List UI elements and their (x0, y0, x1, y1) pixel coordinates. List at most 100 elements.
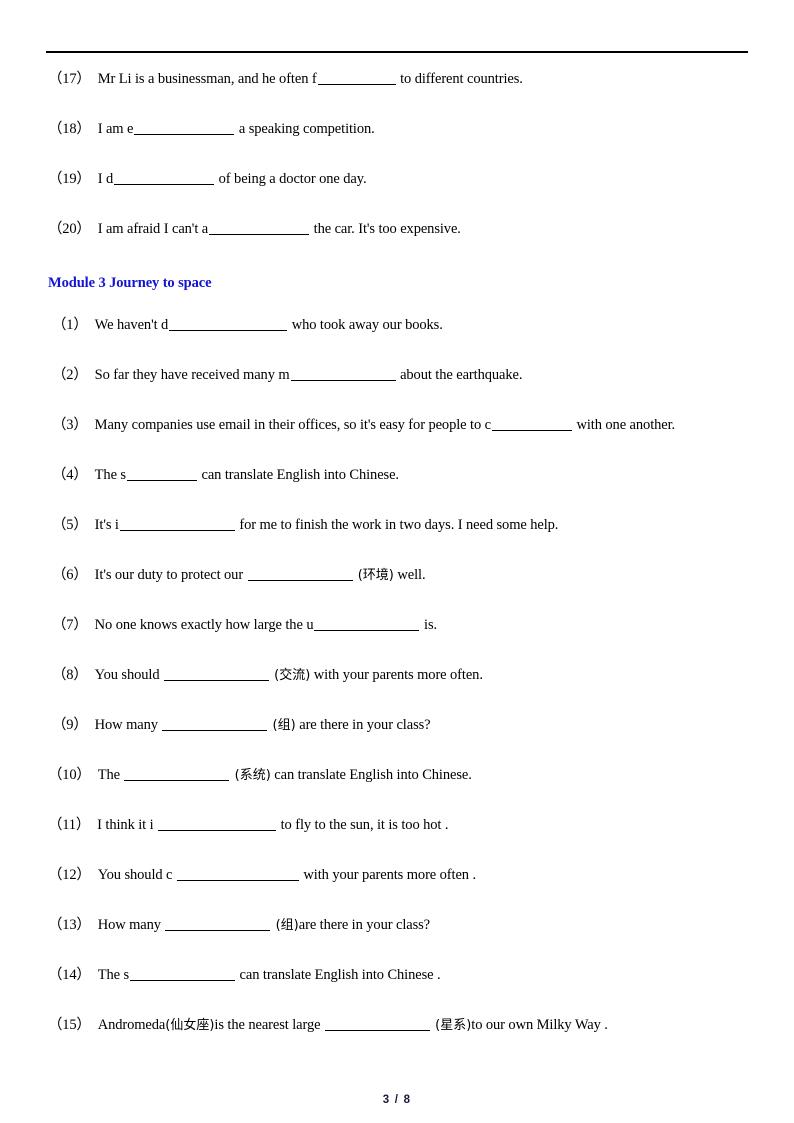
question-text: I d (97, 171, 114, 187)
question-text: for me to finish the work in two days. I… (235, 517, 559, 533)
answer-blank[interactable] (324, 1017, 430, 1031)
question-number: （11） (48, 817, 91, 833)
worksheet-content: （17） Mr Li is a businessman, and he often… (0, 62, 794, 1058)
question-text: to our own Milky Way . (471, 1017, 608, 1033)
question-item: （17） Mr Li is a businessman, and he often… (0, 62, 794, 112)
question-text: How many (94, 717, 162, 733)
answer-blank[interactable] (119, 517, 235, 531)
question-number: （5） (52, 517, 88, 533)
question-text: can translate English into Chinese. (270, 767, 472, 783)
question-text: a speaking competition. (235, 121, 375, 137)
question-text: The s (94, 467, 126, 483)
question-text: are there in your class? (295, 717, 431, 733)
answer-blank[interactable] (126, 467, 197, 481)
question-number: （4） (52, 467, 88, 483)
question-number: （9） (52, 717, 88, 733)
question-text: The (97, 767, 124, 783)
question-item: （2） So far they have received many m abou… (0, 358, 794, 408)
answer-blank[interactable] (164, 667, 269, 681)
question-text: We haven't d (94, 317, 169, 333)
answer-blank[interactable] (314, 617, 420, 631)
question-line: （12） You should c with your parents more … (48, 858, 754, 887)
question-number: （12） (48, 867, 91, 883)
question-line: （10） The (系统) can translate English into … (48, 758, 754, 788)
question-text: of being a doctor one day. (215, 171, 367, 187)
question-item: （10） The (系统) can translate English into … (0, 758, 794, 808)
question-number: （6） (52, 567, 88, 583)
question-text: No one knows exactly how large the u (94, 617, 314, 633)
question-text: is. (420, 617, 438, 633)
answer-blank[interactable] (176, 867, 299, 881)
question-item: （7） No one knows exactly how large the u … (0, 608, 794, 658)
question-line: （13） How many (组)are there in your class? (48, 908, 754, 938)
question-text: It's i (94, 517, 119, 533)
answer-blank[interactable] (124, 767, 230, 781)
chinese-hint: (组) (271, 918, 299, 933)
answer-blank[interactable] (134, 121, 235, 135)
chinese-hint: (系统) (230, 768, 271, 783)
worksheet-page: （17） Mr Li is a businessman, and he often… (0, 0, 794, 1123)
question-line: （4） The s can translate English into Chin… (48, 458, 754, 487)
question-text: well. (393, 567, 426, 583)
answer-blank[interactable] (491, 417, 572, 431)
question-text: The s (97, 967, 130, 983)
question-line: （5） It's i for me to finish the work in t… (48, 508, 754, 537)
chinese-hint: (星系) (430, 1018, 472, 1033)
question-text: who took away our books. (288, 317, 443, 333)
answer-blank[interactable] (247, 567, 353, 581)
question-line: （18） I am e a speaking competition. (48, 112, 754, 141)
question-text: is the nearest large (214, 1017, 324, 1033)
question-text: You should c (97, 867, 176, 883)
question-text: Many companies use email in their office… (94, 417, 491, 433)
question-item: （11） I think it i to fly to the sun, it i… (0, 808, 794, 858)
question-item: （8） You should (交流) with your parents mor… (0, 658, 794, 708)
question-number: （14） (48, 967, 91, 983)
question-text: are there in your class? (298, 917, 431, 933)
question-line: （9） How many (组) are there in your class? (48, 708, 754, 738)
question-text: with your parents more often. (310, 667, 483, 683)
chinese-hint: (环境) (353, 568, 394, 583)
question-text: to different countries. (396, 71, 523, 87)
question-line: （3） Many companies use email in their off… (48, 408, 754, 437)
question-text: I am afraid I can't a (97, 221, 209, 237)
answer-blank[interactable] (130, 967, 236, 981)
question-item: （13） How many (组)are there in your class? (0, 908, 794, 958)
answer-blank[interactable] (165, 917, 271, 931)
chinese-hint: (组) (268, 718, 296, 733)
answer-blank[interactable] (158, 817, 277, 831)
question-line: （6） It's our duty to protect our (环境) wel… (48, 558, 754, 588)
question-text: Mr Li is a businessman, and he often f (97, 71, 317, 87)
header-divider (46, 51, 748, 53)
question-item: （18） I am e a speaking competition. (0, 112, 794, 162)
answer-blank[interactable] (209, 221, 310, 235)
question-text: to fly to the sun, it is too hot . (277, 817, 449, 833)
question-line: （19） I d of being a doctor one day. (48, 162, 754, 191)
question-item: （15） Andromeda(仙女座)is the nearest large (… (0, 1008, 794, 1058)
chinese-hint: (交流) (270, 668, 311, 683)
question-number: （15） (48, 1017, 91, 1033)
question-item: （4） The s can translate English into Chin… (0, 458, 794, 508)
answer-blank[interactable] (162, 717, 268, 731)
question-text: How many (97, 917, 165, 933)
question-number: （3） (52, 417, 88, 433)
question-text: the car. It's too expensive. (310, 221, 461, 237)
question-item: （14） The s can translate English into Chi… (0, 958, 794, 1008)
module-heading-label: Module 3 Journey to space (48, 275, 212, 291)
answer-blank[interactable] (290, 367, 396, 381)
question-text: I think it i (97, 817, 158, 833)
question-number: （19） (48, 171, 91, 187)
question-text: with your parents more often . (299, 867, 476, 883)
chinese-hint: (仙女座) (165, 1018, 215, 1033)
answer-blank[interactable] (114, 171, 215, 185)
answer-blank[interactable] (317, 71, 396, 85)
question-text: can translate English into Chinese . (236, 967, 441, 983)
answer-blank[interactable] (169, 317, 288, 331)
question-text: You should (94, 667, 163, 683)
question-line: （11） I think it i to fly to the sun, it i… (48, 808, 754, 837)
question-line: （15） Andromeda(仙女座)is the nearest large (… (48, 1008, 754, 1038)
question-line: （20） I am afraid I can't a the car. It's … (48, 212, 754, 241)
question-number: （10） (48, 767, 91, 783)
question-text: So far they have received many m (94, 367, 290, 383)
question-text: can translate English into Chinese. (197, 467, 399, 483)
question-number: （1） (52, 317, 88, 333)
